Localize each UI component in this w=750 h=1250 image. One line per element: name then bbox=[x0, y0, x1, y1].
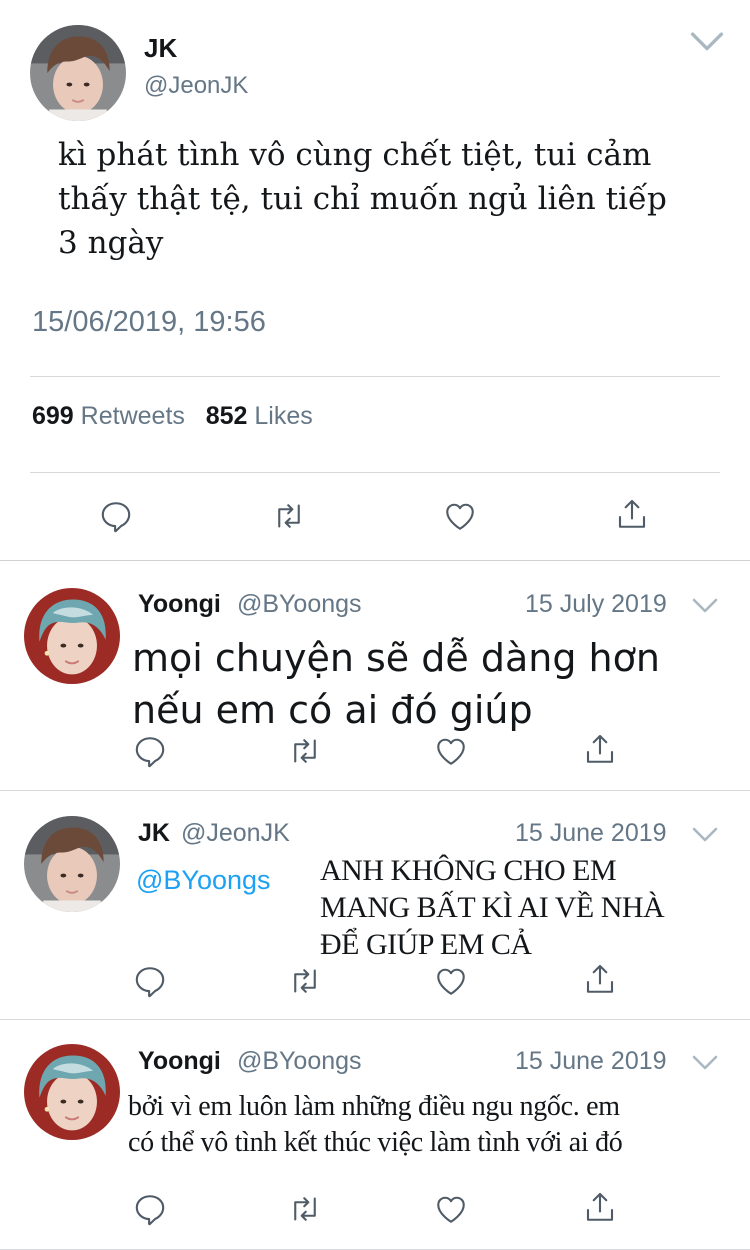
reply-icon[interactable] bbox=[98, 498, 134, 534]
retweet-icon[interactable] bbox=[271, 498, 307, 534]
reply-text: bởi vì em luôn làm những điều ngu ngốc. … bbox=[128, 1089, 744, 1161]
tweet-text-line: 3 ngày bbox=[58, 225, 164, 261]
reply-date[interactable]: 15 June 2019 bbox=[515, 819, 667, 848]
main-tweet: JK @JeonJK kì phát tình vô cùng chết tiệ… bbox=[0, 0, 750, 560]
reply-text-line: có thể vô tình kết thúc việc làm tình vớ… bbox=[128, 1127, 623, 1158]
chevron-down-icon[interactable] bbox=[692, 826, 718, 844]
author-handle[interactable]: @JeonJK bbox=[144, 72, 248, 100]
reply-author-handle[interactable]: @JeonJK bbox=[181, 819, 290, 848]
retweet-icon[interactable] bbox=[287, 733, 323, 769]
heart-icon[interactable] bbox=[433, 733, 469, 769]
reply-text-line: mọi chuyện sẽ dễ dàng hơn bbox=[132, 636, 660, 680]
tweet-text-line: thấy thật tệ, tui chỉ muốn ngủ liên tiếp bbox=[58, 181, 667, 217]
reply-text-line: bởi vì em luôn làm những điều ngu ngốc. … bbox=[128, 1091, 620, 1122]
avatar-image bbox=[24, 588, 120, 684]
reply-text-line: ĐỂ GIÚP EM CẢ bbox=[320, 928, 532, 961]
reply-tweet: Yoongi @BYoongs 15 July 2019 mọi chuyện … bbox=[0, 561, 750, 791]
heart-icon[interactable] bbox=[442, 498, 478, 534]
avatar-image bbox=[30, 25, 126, 121]
reply-text-line: ANH KHÔNG CHO EM bbox=[320, 854, 617, 887]
reply-tweet: Yoongi @BYoongs 15 June 2019 bởi vì em l… bbox=[0, 1020, 750, 1250]
reply-text-line: MANG BẤT KÌ AI VỀ NHÀ bbox=[320, 891, 665, 924]
share-icon[interactable] bbox=[582, 961, 618, 997]
avatar-image bbox=[24, 816, 120, 912]
avatar[interactable] bbox=[24, 588, 120, 684]
reply-text: ANH KHÔNG CHO EM MANG BẤT KÌ AI VỀ NHÀ Đ… bbox=[320, 852, 730, 963]
chevron-down-icon[interactable] bbox=[690, 30, 724, 54]
tweet-stats: 699 Retweets 852 Likes bbox=[32, 402, 313, 431]
likes-count[interactable]: 852 bbox=[206, 402, 248, 430]
retweet-icon[interactable] bbox=[287, 1191, 323, 1227]
avatar-image bbox=[24, 1044, 120, 1140]
chevron-down-icon[interactable] bbox=[692, 597, 718, 615]
share-icon[interactable] bbox=[582, 731, 618, 767]
avatar[interactable] bbox=[24, 1044, 120, 1140]
reply-author-handle[interactable]: @BYoongs bbox=[237, 1047, 362, 1076]
reply-text: mọi chuyện sẽ dễ dàng hơn nếu em có ai đ… bbox=[132, 632, 732, 736]
reply-author-handle[interactable]: @BYoongs bbox=[237, 590, 362, 619]
likes-label[interactable]: Likes bbox=[254, 402, 312, 430]
divider bbox=[30, 472, 720, 473]
reply-text-line: nếu em có ai đó giúp bbox=[132, 688, 533, 732]
tweet-text-line: kì phát tình vô cùng chết tiệt, tui cảm bbox=[58, 137, 652, 173]
reply-date[interactable]: 15 July 2019 bbox=[525, 590, 667, 619]
tweet-timestamp[interactable]: 15/06/2019, 19:56 bbox=[32, 306, 266, 339]
mention-link[interactable]: @BYoongs bbox=[136, 865, 271, 896]
reply-tweet: JK @JeonJK 15 June 2019 @BYoongs ANH KHÔ… bbox=[0, 791, 750, 1019]
retweets-label[interactable]: Retweets bbox=[81, 402, 185, 430]
heart-icon[interactable] bbox=[433, 1191, 469, 1227]
share-icon[interactable] bbox=[614, 496, 650, 532]
reply-author-name[interactable]: Yoongi bbox=[138, 1047, 221, 1076]
avatar[interactable] bbox=[24, 816, 120, 912]
reply-icon[interactable] bbox=[132, 1191, 168, 1227]
author-name[interactable]: JK bbox=[144, 33, 177, 64]
reply-author-name[interactable]: Yoongi bbox=[138, 590, 221, 619]
heart-icon[interactable] bbox=[433, 963, 469, 999]
reply-icon[interactable] bbox=[132, 733, 168, 769]
share-icon[interactable] bbox=[582, 1189, 618, 1225]
tweet-text: kì phát tình vô cùng chết tiệt, tui cảm … bbox=[58, 133, 718, 265]
divider bbox=[30, 376, 720, 377]
reply-author-name[interactable]: JK bbox=[138, 819, 170, 848]
reply-date[interactable]: 15 June 2019 bbox=[515, 1047, 667, 1076]
retweets-count[interactable]: 699 bbox=[32, 402, 74, 430]
retweet-icon[interactable] bbox=[287, 963, 323, 999]
chevron-down-icon[interactable] bbox=[692, 1054, 718, 1072]
reply-icon[interactable] bbox=[132, 963, 168, 999]
avatar[interactable] bbox=[30, 25, 126, 121]
